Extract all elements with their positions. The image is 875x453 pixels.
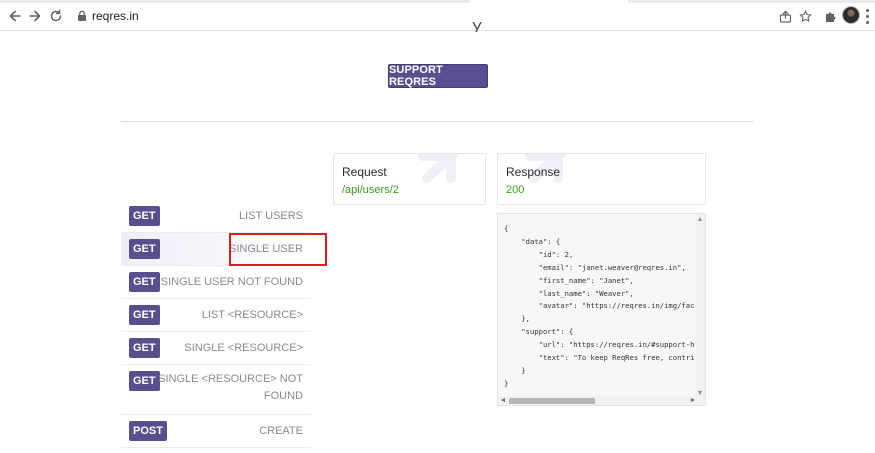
endpoint-label: CREATE [259, 423, 303, 440]
endpoint-label-line: SINGLE USER NOT FOUND [160, 276, 303, 288]
endpoint-item[interactable]: GET SINGLE USER NOT FOUND [121, 266, 311, 299]
forward-arrow-icon[interactable] [26, 7, 44, 25]
endpoint-label: LIST <RESOURCE> [202, 307, 303, 324]
response-card: Response 200 [497, 153, 706, 205]
endpoint-item[interactable]: POST CREATE [121, 415, 311, 448]
code-line: "url": "https://reqres.in/#support-h [504, 340, 695, 350]
endpoint-label-line: CREATE [259, 425, 303, 437]
watermark-arrow-icon [525, 154, 567, 183]
endpoint-label: SINGLE <RESOURCE> NOT FOUND [158, 371, 303, 405]
endpoint-label: SINGLE <RESOURCE> [184, 340, 303, 357]
endpoint-label-line: SINGLE <RESOURCE> [184, 342, 303, 354]
endpoint-label-line: LIST USERS [239, 210, 303, 222]
method-badge: GET [129, 206, 160, 226]
share-icon[interactable] [776, 7, 794, 25]
back-arrow-icon[interactable] [6, 7, 24, 25]
profile-avatar[interactable] [842, 6, 860, 24]
code-line: }, [504, 314, 530, 324]
code-line: "data": { [504, 236, 561, 246]
code-line: "last_name": "Weaver", [504, 288, 634, 298]
cut-off-heading-fragment [472, 22, 482, 32]
code-line: "id": 2, [504, 249, 574, 259]
endpoint-item[interactable]: GET LIST USERS [121, 200, 311, 233]
code-line: { [504, 224, 509, 233]
code-line: "support": { [504, 327, 574, 337]
method-badge: GET [129, 305, 160, 325]
endpoint-label: SINGLE USER NOT FOUND [161, 274, 303, 291]
scrollbar-thumb[interactable] [509, 398, 595, 404]
endpoint-item[interactable]: GET SINGLE <RESOURCE> NOT FOUND [121, 365, 311, 415]
code-line: "email": "janet.weaver@reqres.in", [504, 262, 686, 272]
watermark-arrow-icon [418, 154, 460, 183]
scroll-up-icon[interactable] [698, 217, 702, 221]
endpoint-label-line: FOUND [263, 390, 303, 402]
extensions-puzzle-icon[interactable] [821, 7, 839, 25]
address-bar-url[interactable]: reqres.in [92, 8, 139, 24]
endpoint-item[interactable]: GET LIST <RESOURCE> [121, 299, 311, 332]
response-status: 200 [506, 184, 525, 196]
vertical-scrollbar[interactable] [696, 214, 705, 398]
endpoint-label: LIST USERS [239, 208, 303, 225]
method-badge: GET [129, 272, 160, 292]
endpoint-label-line: LIST <RESOURCE> [201, 309, 303, 321]
scroll-right-icon[interactable] [691, 398, 695, 402]
scroll-left-icon[interactable] [501, 398, 505, 402]
endpoint-label-line: SINGLE <RESOURCE> NOT [158, 373, 303, 385]
code-line: "text": "To keep ReqRes free, contri [504, 353, 695, 363]
browser-toolbar: reqres.in [0, 0, 875, 31]
code-line: } [504, 378, 509, 388]
scroll-down-icon[interactable] [698, 391, 702, 395]
request-title: Request [342, 165, 387, 179]
method-badge: POST [129, 421, 167, 441]
request-card: Request /api/users/2 [333, 153, 486, 205]
method-badge: GET [129, 371, 160, 391]
method-badge: GET [129, 239, 160, 259]
star-icon[interactable] [796, 7, 814, 25]
code-line: "avatar": "https://reqres.in/img/fac [504, 301, 695, 311]
red-highlight-annotation [229, 233, 327, 266]
lock-icon[interactable] [75, 8, 89, 24]
menu-dots-icon[interactable] [864, 7, 870, 25]
section-divider [121, 121, 754, 122]
support-reqres-button[interactable]: SUPPORT REQRES [388, 64, 488, 88]
response-json: { "data": { "id": 2, "email": "janet.wea… [504, 223, 694, 391]
tab-strip [0, 0, 875, 3]
reload-icon[interactable] [47, 7, 65, 25]
code-line: } [504, 365, 526, 375]
response-body-panel[interactable]: { "data": { "id": 2, "email": "janet.wea… [497, 213, 706, 406]
horizontal-scrollbar[interactable] [498, 396, 705, 405]
code-line: "first_name": "Janet", [504, 275, 634, 285]
response-title: Response [506, 165, 561, 179]
active-tab[interactable] [470, 0, 628, 3]
request-path: /api/users/2 [342, 184, 399, 196]
endpoint-item[interactable]: GET SINGLE <RESOURCE> [121, 332, 311, 365]
method-badge: GET [129, 338, 160, 358]
